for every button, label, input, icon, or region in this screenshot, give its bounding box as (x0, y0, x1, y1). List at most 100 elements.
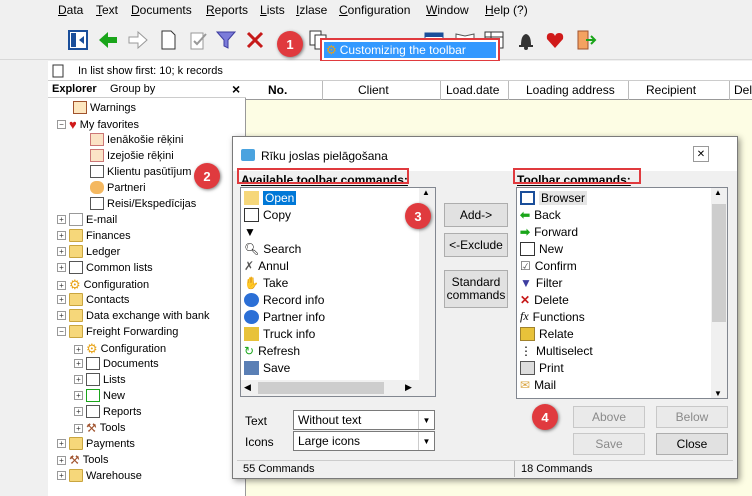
tree-item-email[interactable]: + E-mail (57, 213, 117, 226)
tree-item-fav-5[interactable]: Reisi/Ekspedīcijas (90, 197, 196, 210)
expand-icon[interactable]: + (57, 311, 66, 320)
expand-icon[interactable]: + (74, 391, 83, 400)
expand-icon[interactable]: + (57, 439, 66, 448)
bell-icon[interactable] (514, 28, 538, 52)
tree-item-ff-lists[interactable]: + Lists (74, 373, 126, 386)
tree-item-payments[interactable]: + Payments (57, 437, 135, 450)
tree-item-ff-new[interactable]: + New (74, 389, 125, 402)
tree-item-warehouse[interactable]: + Warehouse (57, 469, 142, 482)
expand-icon[interactable]: + (74, 407, 83, 416)
expand-icon[interactable]: + (57, 215, 66, 224)
list-item[interactable]: ✗ Annul (244, 257, 289, 274)
expand-icon[interactable]: + (57, 471, 66, 480)
list-item[interactable]: ▼ (244, 223, 260, 240)
collapse-icon[interactable]: − (57, 120, 66, 129)
menu-izlase[interactable]: Izlase (296, 3, 327, 17)
text-select[interactable]: Without text ▼ (293, 410, 435, 430)
list-item[interactable]: Record info (244, 291, 324, 308)
collapse-icon[interactable]: − (57, 327, 66, 336)
column-client[interactable]: Client (358, 83, 389, 97)
list-item[interactable]: ☑ Confirm (520, 257, 577, 274)
tree-item-freight[interactable]: − Freight Forwarding (57, 325, 178, 338)
expand-icon[interactable]: + (74, 359, 83, 368)
list-item[interactable]: Save (244, 359, 290, 376)
vertical-scrollbar[interactable]: ▲ ▼ (711, 188, 727, 398)
expand-icon[interactable]: + (74, 375, 83, 384)
menu-reports[interactable]: Reports (206, 3, 248, 17)
menu-data[interactable]: Data (58, 3, 83, 17)
list-item[interactable]: ⋮ Multiselect (520, 342, 593, 359)
list-item[interactable]: Partner info (244, 308, 325, 325)
list-item[interactable]: Relate (520, 325, 574, 342)
back-arrow-icon[interactable] (96, 28, 120, 52)
tree-item-ff-documents[interactable]: + Documents (74, 357, 159, 370)
add-button[interactable]: Add-> (444, 203, 508, 227)
tree-item-ff-reports[interactable]: + Reports (74, 405, 142, 418)
tab-explorer[interactable]: Explorer (52, 83, 97, 95)
list-item[interactable]: Browser (520, 189, 588, 206)
filter-icon[interactable] (214, 28, 238, 52)
tree-item-ff-tools[interactable]: + ⚒ Tools (74, 421, 125, 435)
list-item[interactable]: New (520, 240, 563, 257)
tree-item-fav-2[interactable]: Izejošie rēķini (90, 149, 174, 162)
toolbar-commands-list[interactable]: Browser ⬅ Back ➡ Forward New ☑ Confirm ▼ Fil… (516, 187, 728, 399)
list-item[interactable]: ⬅ Back (520, 206, 561, 223)
expand-icon[interactable]: + (57, 455, 66, 465)
save-button[interactable]: Save (573, 433, 645, 455)
column-del[interactable]: Del (734, 83, 752, 97)
close-icon[interactable]: ✕ (693, 146, 709, 162)
close-icon[interactable]: × (232, 81, 240, 97)
list-item[interactable]: ✕ Delete (520, 291, 569, 308)
tree-item-fav-4[interactable]: Partneri (90, 181, 146, 194)
column-load-date[interactable]: Load.date (446, 83, 499, 97)
confirm-icon[interactable] (186, 28, 210, 52)
tree-item-contacts[interactable]: + Contacts (57, 293, 129, 306)
list-item[interactable]: ↻ Refresh (244, 342, 300, 359)
horizontal-scrollbar[interactable]: ◀ ▶ (241, 380, 435, 396)
forward-arrow-icon[interactable] (126, 28, 150, 52)
column-recipient[interactable]: Recipient (646, 83, 696, 97)
expand-icon[interactable]: + (57, 263, 66, 272)
expand-icon[interactable]: + (57, 231, 66, 240)
list-item[interactable]: fx Functions (520, 308, 585, 325)
list-item[interactable]: ✋ Take (244, 274, 288, 291)
list-item[interactable]: ✉ Mail (520, 376, 556, 393)
tree-item-data-exchange[interactable]: + Data exchange with bank (57, 309, 210, 322)
menu-window[interactable]: Window (426, 3, 469, 17)
tree-item-favorites[interactable]: − ♥ My favorites (57, 117, 139, 132)
close-button[interactable]: Close (656, 433, 728, 455)
icons-select[interactable]: Large icons ▼ (293, 431, 435, 451)
above-button[interactable]: Above (573, 406, 645, 428)
expand-icon[interactable]: + (57, 280, 66, 290)
list-item[interactable]: Open (244, 189, 297, 206)
list-item[interactable]: ▼ Filter (520, 274, 563, 291)
tree-item-finances[interactable]: + Finances (57, 229, 131, 242)
standard-commands-button[interactable]: Standard commands (444, 270, 508, 308)
column-no[interactable]: No. (268, 83, 287, 97)
list-item[interactable]: Print (520, 359, 564, 376)
tree-item-warnings[interactable]: Warnings (73, 101, 136, 114)
menu-help[interactable]: Help (?) (485, 3, 528, 17)
exit-door-icon[interactable] (574, 28, 598, 52)
list-item[interactable]: Copy (244, 206, 291, 223)
tree-item-common-lists[interactable]: + Common lists (57, 261, 153, 274)
list-item[interactable]: ➡ Forward (520, 223, 578, 240)
list-item[interactable]: Truck info (244, 325, 315, 342)
menu-lists[interactable]: Lists (260, 3, 285, 17)
expand-icon[interactable]: + (74, 344, 83, 354)
expand-icon[interactable]: + (57, 295, 66, 304)
menu-text[interactable]: Text (96, 3, 118, 17)
browser-icon[interactable] (66, 28, 90, 52)
column-loading-address[interactable]: Loading address (526, 83, 615, 97)
heart-icon[interactable] (543, 28, 567, 52)
tree-item-ledger[interactable]: + Ledger (57, 245, 120, 258)
expand-icon[interactable]: + (57, 247, 66, 256)
tree-item-tools[interactable]: + ⚒ Tools (57, 453, 108, 467)
below-button[interactable]: Below (656, 406, 728, 428)
expand-icon[interactable]: + (74, 423, 83, 433)
exclude-button[interactable]: <-Exclude (444, 233, 508, 257)
tree-item-configuration[interactable]: + ⚙ Configuration (57, 277, 149, 293)
delete-icon[interactable] (243, 28, 267, 52)
new-document-icon[interactable] (156, 28, 180, 52)
menu-documents[interactable]: Documents (131, 3, 192, 17)
